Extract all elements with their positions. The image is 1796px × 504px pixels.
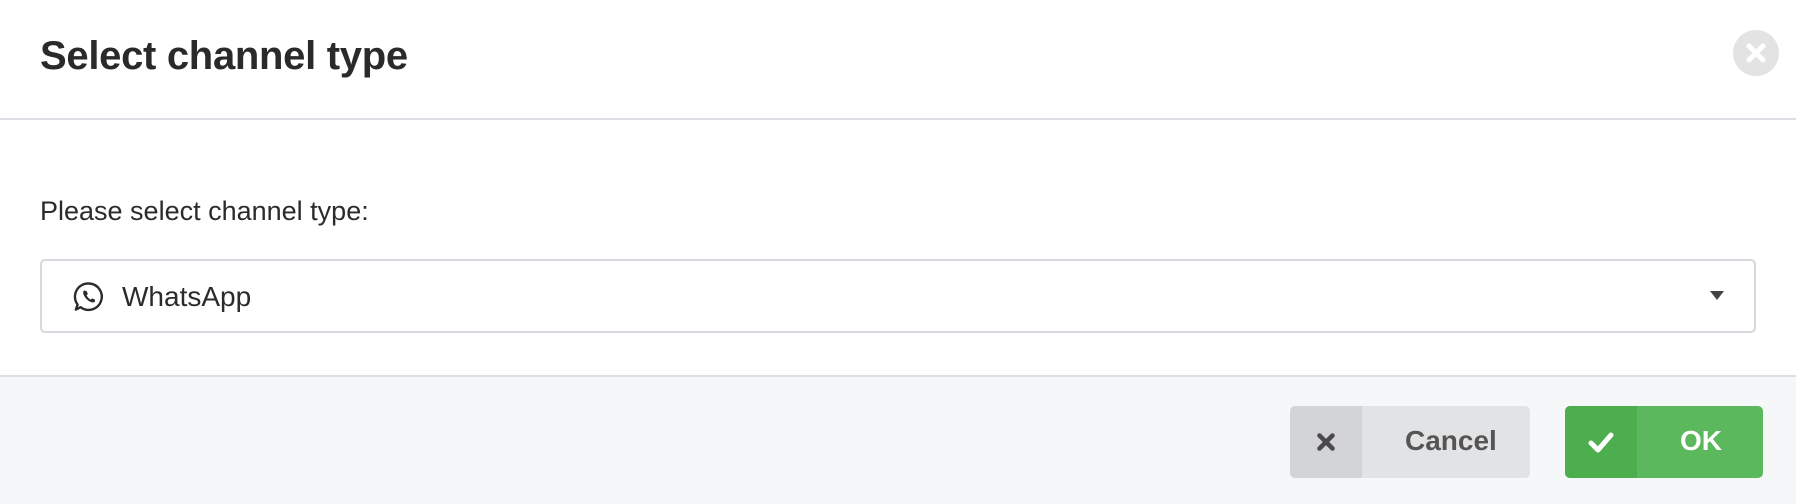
ok-button[interactable]: OK <box>1565 406 1763 478</box>
x-icon <box>1317 433 1335 451</box>
cancel-button[interactable]: Cancel <box>1290 406 1530 478</box>
check-icon <box>1588 432 1614 453</box>
channel-type-select[interactable]: WhatsApp <box>40 259 1756 333</box>
ok-icon-area <box>1565 406 1637 478</box>
whatsapp-icon <box>73 282 103 312</box>
ok-button-label: OK <box>1680 425 1722 456</box>
selected-channel-value: WhatsApp <box>122 281 252 312</box>
dialog-title: Select channel type <box>40 34 408 78</box>
dialog-footer: Cancel OK <box>0 375 1796 504</box>
caret-down-icon <box>1710 291 1724 300</box>
close-button[interactable] <box>1733 30 1779 76</box>
dialog-body: Please select channel type: WhatsApp <box>0 120 1796 375</box>
close-icon <box>1746 43 1766 63</box>
dialog-header: Select channel type <box>0 0 1796 120</box>
select-channel-dialog: Select channel type Please select channe… <box>0 0 1796 504</box>
cancel-icon-area <box>1290 406 1362 478</box>
channel-type-label: Please select channel type: <box>40 196 369 226</box>
cancel-button-label: Cancel <box>1405 425 1497 456</box>
